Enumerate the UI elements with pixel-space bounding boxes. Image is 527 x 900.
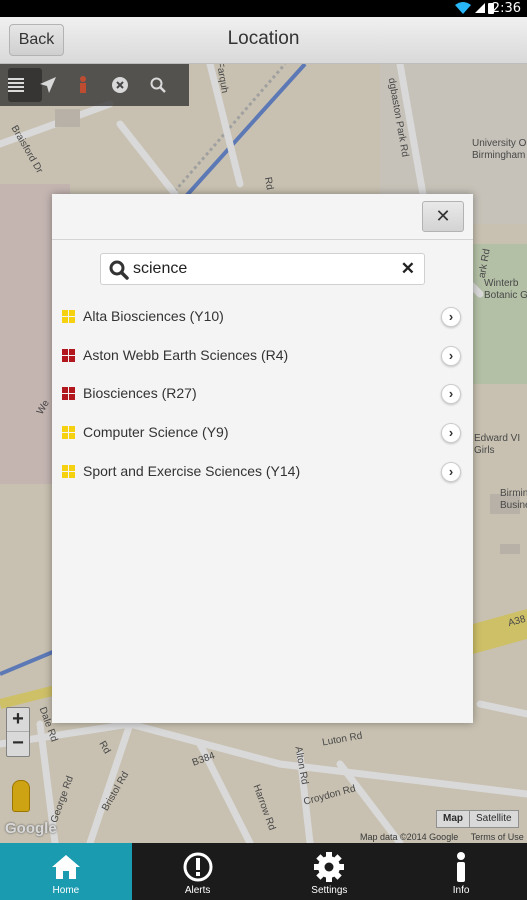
result-label: Aston Webb Earth Sciences (R4) [83,346,289,363]
dialog-header: ✕ [52,194,473,240]
building-icon [62,348,75,362]
result-label: Computer Science (Y9) [83,424,229,441]
chevron-right-icon[interactable]: › [441,384,461,405]
chevron-right-icon[interactable]: › [441,307,461,327]
bottom-nav: Home Alerts Settings Info [0,843,527,900]
status-time: 2:36 [491,1,521,16]
nav-alerts[interactable]: Alerts [132,843,264,900]
clear-search-icon[interactable]: ✕ [401,259,415,279]
search-query: science [133,260,188,277]
alert-icon [183,852,213,882]
wifi-icon [455,2,471,14]
status-bar: 2:36 [0,0,527,17]
nav-label: Home [52,885,80,896]
search-icon [109,260,129,280]
results-list: Alta Biosciences (Y10) › Aston Webb Earth … [52,298,473,491]
result-label: Biosciences (R27) [83,385,197,402]
result-label: Sport and Exercise Sciences (Y14) [83,462,301,479]
result-row[interactable]: Computer Science (Y9) › [52,414,473,453]
building-icon [62,464,75,478]
nav-home[interactable]: Home [0,843,132,900]
chevron-right-icon[interactable]: › [441,423,461,444]
building-icon [62,387,75,401]
nav-label: Info [452,885,470,896]
nav-label: Settings [311,885,348,896]
result-row[interactable]: Biosciences (R27) › [52,375,473,414]
gear-icon [314,852,345,882]
result-row[interactable]: Alta Biosciences (Y10) › [52,298,473,337]
nav-label: Alerts [184,885,211,896]
signal-icon [475,3,485,13]
page-title: Location [227,28,300,49]
chevron-right-icon[interactable]: › [441,345,461,366]
info-icon [457,852,466,882]
building-icon [62,426,75,440]
building-icon [62,310,75,323]
result-row[interactable]: Aston Webb Earth Sciences (R4) › [52,337,473,376]
nav-info[interactable]: Info [395,843,527,900]
result-row[interactable]: Sport and Exercise Sciences (Y14) › [52,453,473,492]
home-icon [51,855,80,879]
chevron-right-icon[interactable]: › [441,461,461,482]
result-label: Alta Biosciences (Y10) [83,308,224,324]
app-header: Back Location [0,17,527,64]
search-dialog: ✕ science ✕ Alta Biosciences (Y10) › Aston… [52,194,473,723]
search-input[interactable]: science ✕ [100,253,425,285]
close-button[interactable]: ✕ [422,201,464,232]
nav-settings[interactable]: Settings [264,843,396,900]
